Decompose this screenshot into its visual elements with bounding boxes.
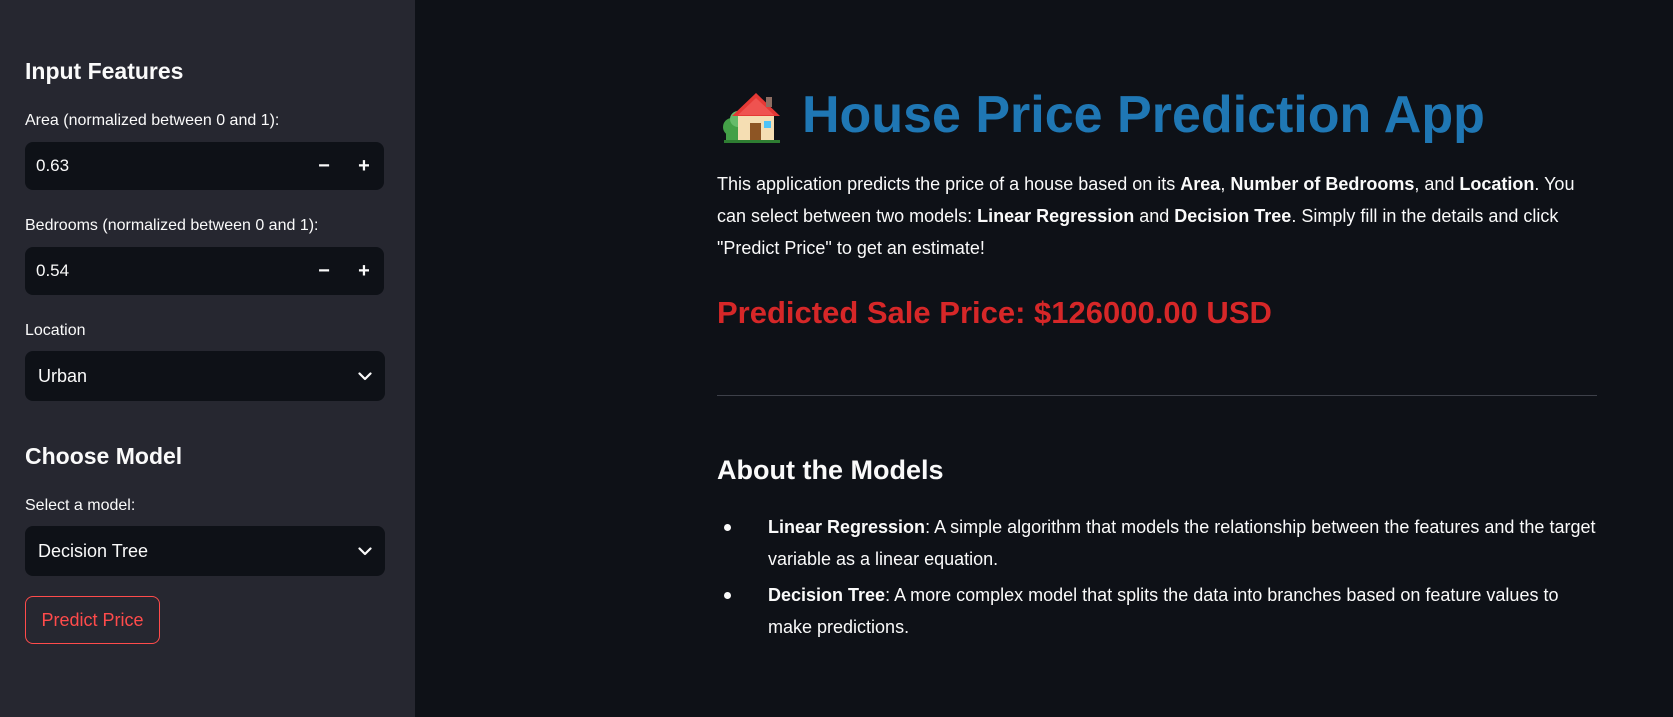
bullet-icon: [724, 524, 731, 531]
divider: [717, 395, 1597, 396]
bedrooms-number-input: 0.54 − +: [25, 247, 384, 295]
predicted-price: Predicted Sale Price: $126000.00 USD: [717, 295, 1272, 330]
intro-bold: Number of Bedrooms: [1230, 174, 1415, 194]
model-name: Linear Regression: [768, 517, 926, 537]
location-select[interactable]: Urban: [25, 351, 385, 401]
predict-price-button[interactable]: Predict Price: [25, 596, 160, 644]
model-label: Select a model:: [25, 497, 136, 514]
bedrooms-decrement-button[interactable]: −: [304, 247, 344, 295]
intro-bold: Decision Tree: [1174, 206, 1292, 226]
model-description: : A more complex model that splits the d…: [768, 585, 1559, 637]
bedrooms-input[interactable]: 0.54: [25, 261, 304, 281]
area-label: Area (normalized between 0 and 1):: [25, 112, 280, 129]
sidebar: Input Features Area (normalized between …: [0, 0, 415, 717]
choose-model-heading: Choose Model: [25, 443, 183, 469]
bedrooms-increment-button[interactable]: +: [344, 247, 384, 295]
house-icon: [722, 85, 782, 145]
model-select[interactable]: Decision Tree: [25, 526, 385, 576]
page-title: House Price Prediction App: [802, 86, 1485, 144]
area-number-input: 0.63 − +: [25, 142, 384, 190]
intro-text: , and: [1414, 174, 1460, 194]
bullet-icon: [724, 592, 731, 599]
area-input[interactable]: 0.63: [25, 156, 304, 176]
list-item: Decision Tree: A more complex model that…: [717, 579, 1597, 643]
intro-paragraph: This application predicts the price of a…: [717, 168, 1597, 264]
list-item: Linear Regression: A simple algorithm th…: [717, 511, 1597, 575]
about-models-heading: About the Models: [717, 455, 944, 485]
model-name: Decision Tree: [768, 585, 886, 605]
bedrooms-label: Bedrooms (normalized between 0 and 1):: [25, 217, 319, 234]
chevron-down-icon: [345, 351, 385, 401]
title-row: House Price Prediction App: [722, 84, 1485, 146]
intro-text: ,: [1220, 174, 1231, 194]
model-selected-value: Decision Tree: [38, 540, 149, 561]
location-selected-value: Urban: [38, 365, 88, 386]
area-decrement-button[interactable]: −: [304, 142, 344, 190]
area-increment-button[interactable]: +: [344, 142, 384, 190]
input-features-heading: Input Features: [25, 58, 184, 84]
location-label: Location: [25, 322, 86, 339]
models-list: Linear Regression: A simple algorithm th…: [717, 511, 1597, 647]
chevron-down-icon: [345, 526, 385, 576]
intro-bold: Area: [1180, 174, 1221, 194]
main-content: House Price Prediction App This applicat…: [415, 0, 1673, 717]
intro-bold: Location: [1459, 174, 1535, 194]
app: Input Features Area (normalized between …: [0, 0, 1673, 717]
intro-text: and: [1134, 206, 1175, 226]
intro-bold: Linear Regression: [977, 206, 1135, 226]
intro-text: This application predicts the price of a…: [717, 174, 1181, 194]
